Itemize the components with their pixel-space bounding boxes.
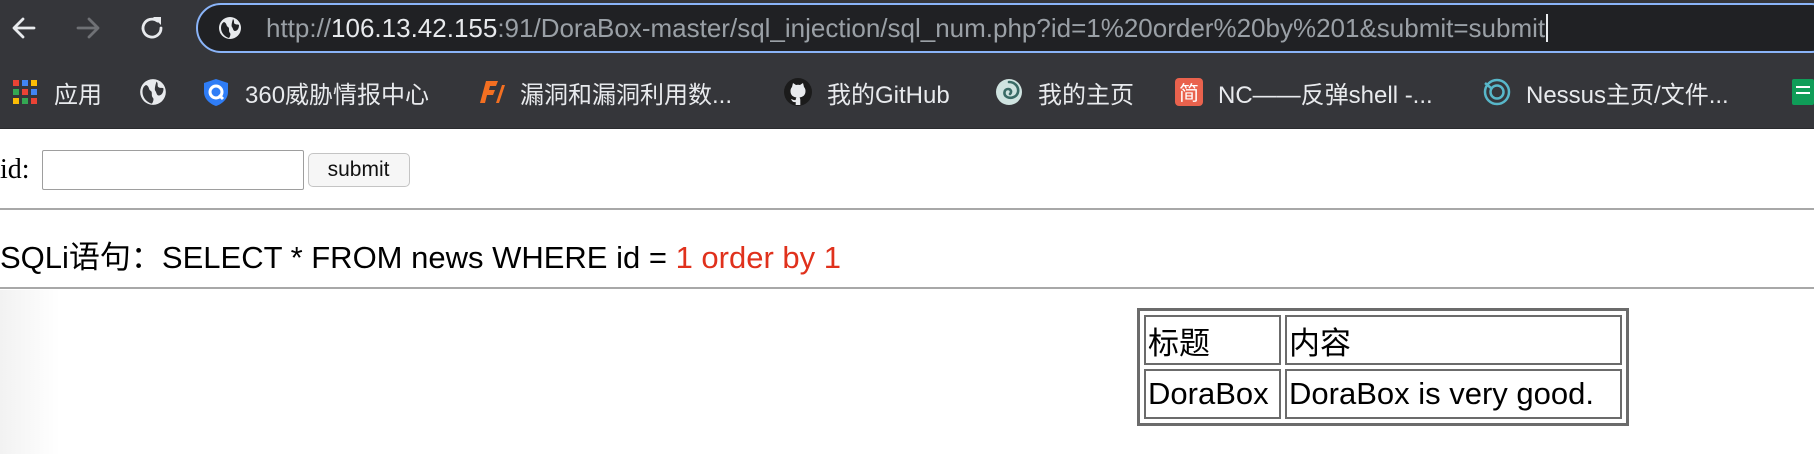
table-header-row: 标题 内容	[1144, 315, 1622, 365]
id-label: id:	[0, 154, 30, 185]
url-scheme: http://	[266, 13, 332, 43]
cell-content: DoraBox is very good.	[1285, 369, 1622, 419]
bookmark-apps[interactable]: 应用	[10, 76, 102, 109]
reload-button[interactable]	[132, 8, 172, 48]
header-title: 标题	[1144, 315, 1281, 365]
arrow-right-icon	[76, 17, 100, 39]
text-caret	[1546, 14, 1549, 42]
exploit-db-icon	[476, 77, 506, 107]
bookmark-exploit-db[interactable]: 漏洞和漏洞利用数...	[476, 76, 733, 109]
back-button[interactable]	[4, 8, 44, 48]
url-text[interactable]: http://106.13.42.155:91/DoraBox-master/s…	[266, 13, 1549, 43]
svg-text:简: 简	[1179, 81, 1199, 105]
jianshu-icon: 简	[1174, 77, 1204, 107]
page-content: id: submit SQLi语句：SELECT * FROM news WHE…	[0, 130, 1814, 454]
bookmark-overflow[interactable]	[1788, 76, 1814, 108]
360-shield-icon	[201, 77, 231, 107]
divider	[0, 287, 1814, 289]
bookmark-globe[interactable]	[138, 76, 182, 108]
globe-icon	[138, 77, 168, 107]
header-content: 内容	[1285, 315, 1622, 365]
divider	[0, 208, 1814, 210]
id-input[interactable]	[41, 150, 304, 190]
bookmark-label: 我的主页	[1038, 81, 1134, 109]
bookmarks-bar: 应用 360威胁情报中心 漏洞和漏洞利用数... 我的GitHub 我的主页 简…	[0, 56, 1814, 129]
spreadsheet-icon	[1788, 77, 1814, 107]
github-icon	[783, 77, 813, 107]
site-info-icon[interactable]	[218, 16, 242, 40]
bookmark-jianshu[interactable]: 简 NC——反弹shell -...	[1174, 76, 1433, 109]
table-row: DoraBox DoraBox is very good.	[1144, 369, 1622, 419]
nessus-icon	[1482, 77, 1512, 107]
bookmark-nessus[interactable]: Nessus主页/文件...	[1482, 76, 1729, 109]
url-path: :91/DoraBox-master/sql_injection/sql_num…	[497, 13, 1546, 43]
forward-button[interactable]	[68, 8, 108, 48]
bookmark-label: Nessus主页/文件...	[1526, 81, 1729, 109]
bookmark-360[interactable]: 360威胁情报中心	[201, 76, 430, 109]
sql-prefix: SQLi语句：SELECT * FROM news WHERE id =	[0, 240, 676, 275]
bookmark-label: 我的GitHub	[827, 81, 950, 109]
arrow-left-icon	[12, 17, 36, 39]
sql-statement: SQLi语句：SELECT * FROM news WHERE id = 1 o…	[0, 232, 841, 277]
bookmark-homepage[interactable]: 我的主页	[994, 76, 1134, 109]
bookmark-label: 漏洞和漏洞利用数...	[520, 81, 733, 109]
apps-grid-icon	[10, 77, 40, 107]
reload-icon	[141, 17, 163, 39]
cell-title: DoraBox	[1144, 369, 1281, 419]
id-form: id: submit	[0, 150, 410, 190]
bookmark-label: 360威胁情报中心	[245, 81, 430, 109]
bookmark-github[interactable]: 我的GitHub	[783, 76, 950, 109]
bookmark-label: NC——反弹shell -...	[1218, 81, 1433, 109]
address-bar[interactable]: http://106.13.42.155:91/DoraBox-master/s…	[196, 3, 1814, 53]
url-host: 106.13.42.155	[331, 13, 498, 43]
browser-toolbar: http://106.13.42.155:91/DoraBox-master/s…	[0, 0, 1814, 56]
news-table: 标题 内容 DoraBox DoraBox is very good.	[1137, 308, 1629, 426]
sql-injected-value: 1 order by 1	[675, 240, 841, 275]
swirl-icon	[994, 77, 1024, 107]
page-shadow	[0, 290, 60, 454]
bookmark-label: 应用	[54, 81, 102, 109]
submit-button[interactable]: submit	[307, 153, 410, 187]
